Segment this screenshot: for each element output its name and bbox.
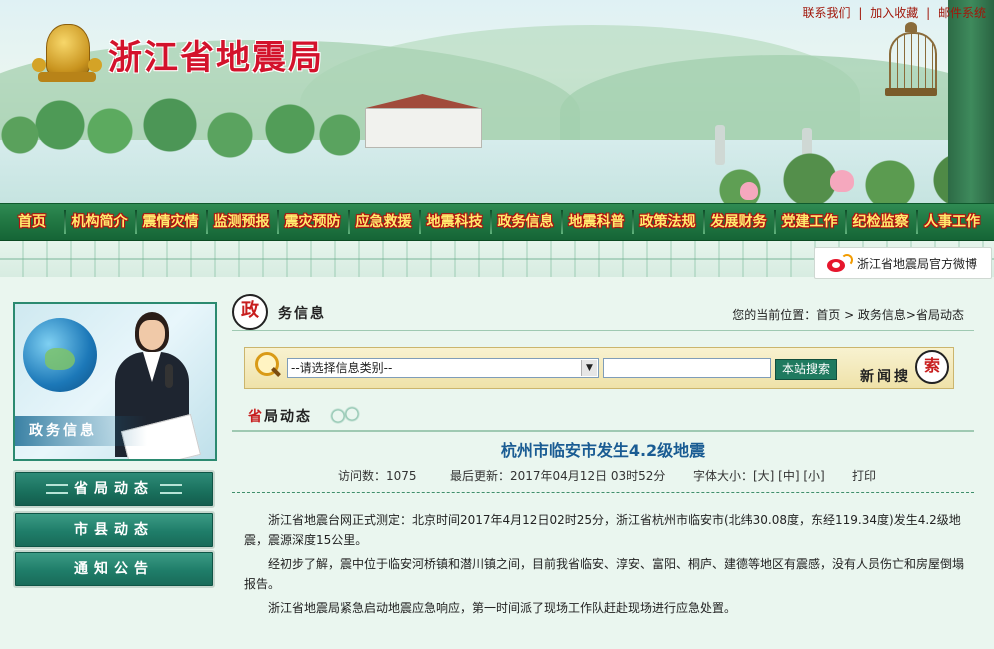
- print-link[interactable]: 打印: [852, 467, 876, 484]
- divider: |: [858, 6, 863, 20]
- search-bar: --请选择信息类别-- ▼ 本站搜索 新闻搜 索: [244, 347, 954, 389]
- pillar-decoration: [948, 0, 994, 203]
- article-body: 浙江省地震台网正式测定：北京时间2017年4月12日02时25分，浙江省杭州市临…: [244, 510, 968, 622]
- site-search-button[interactable]: 本站搜索: [775, 359, 837, 380]
- subsection-title: 省局动态: [248, 409, 312, 425]
- sidebar-banner-label: 政务信息: [15, 416, 147, 446]
- divider: |: [926, 6, 931, 20]
- visit-count: 访问数：1075: [338, 469, 417, 483]
- add-favorite-link[interactable]: 加入收藏: [870, 6, 918, 20]
- nav-item-government-info[interactable]: 政务信息: [490, 204, 561, 240]
- sidebar-item-notices[interactable]: 通知公告: [13, 550, 215, 588]
- weibo-link[interactable]: 浙江省地震局官方微博: [814, 247, 992, 279]
- sidebar-item-provincial-news[interactable]: 省局动态: [13, 470, 215, 508]
- category-select[interactable]: --请选择信息类别-- ▼: [287, 358, 599, 378]
- nav-item-discipline[interactable]: 纪检监察: [845, 204, 916, 240]
- nav-item-finance[interactable]: 发展财务: [703, 204, 774, 240]
- article-paragraph: 浙江省地震局紧急启动地震应急响应，第一时间派了现场工作队赶赴现场进行应急处置。: [268, 601, 737, 615]
- chevron-down-icon: ▼: [581, 360, 597, 376]
- section-title: 务信息: [278, 306, 326, 322]
- sidebar-item-label: 省局动态: [74, 481, 154, 497]
- nav-item-policy[interactable]: 政策法规: [632, 204, 703, 240]
- breadcrumb: 您的当前位置：首页 > 政务信息>省局动态: [732, 308, 964, 322]
- font-size-controls[interactable]: 字体大小：[大] [中] [小]: [693, 467, 825, 484]
- site-title: 浙江省地震局: [108, 38, 324, 78]
- article-paragraph: 经初步了解，震中位于临安河桥镇和潜川镇之间，目前我省临安、淳安、富阳、桐庐、建德…: [244, 557, 965, 591]
- zheng-seal-icon: 政: [232, 294, 268, 330]
- nav-item-technology[interactable]: 地震科技: [419, 204, 490, 240]
- sidebar-item-label: 通知公告: [74, 561, 154, 577]
- weibo-label: 浙江省地震局官方微博: [857, 256, 978, 271]
- contact-us-link[interactable]: 联系我们: [803, 6, 851, 20]
- nav-item-about[interactable]: 机构简介: [64, 204, 135, 240]
- birdcage-icon: [885, 22, 937, 96]
- news-search-label: 新闻搜: [860, 369, 911, 385]
- pavilion-decoration: [355, 94, 490, 148]
- sidebar-item-city-news[interactable]: 市县动态: [13, 511, 215, 549]
- microphone-icon: [165, 364, 173, 388]
- top-links: 联系我们 | 加入收藏 | 邮件系统: [803, 4, 986, 21]
- chinese-knot-icon: [160, 484, 182, 494]
- divider: [232, 492, 974, 493]
- last-updated: 最后更新：2017年04月12日 03时52分: [450, 469, 666, 483]
- magnifier-icon: [255, 352, 281, 378]
- main-nav: 首页 机构简介 震情灾情 监测预报 震灾预防 应急救援 地震科技 政务信息 地震…: [0, 203, 994, 242]
- cloud-pattern-icon: [328, 404, 364, 424]
- nav-item-rescue[interactable]: 应急救援: [348, 204, 419, 240]
- nav-item-prevention[interactable]: 震灾预防: [277, 204, 348, 240]
- nav-item-science[interactable]: 地震科普: [561, 204, 632, 240]
- lotus-flower-icon: [830, 170, 854, 192]
- globe-icon: [23, 318, 97, 392]
- section-header: 政 务信息 您的当前位置：首页 > 政务信息>省局动态: [232, 294, 974, 331]
- nav-item-party[interactable]: 党建工作: [774, 204, 845, 240]
- article-title: 杭州市临安市发生4.2级地震: [500, 441, 706, 460]
- suo-seal-icon: 索: [915, 350, 949, 384]
- article-paragraph: 浙江省地震台网正式测定：北京时间2017年4月12日02时25分，浙江省杭州市临…: [244, 513, 961, 547]
- site-banner: 浙江省地震局 联系我们 | 加入收藏 | 邮件系统: [0, 0, 994, 203]
- mail-system-link[interactable]: 邮件系统: [938, 6, 986, 20]
- nav-item-monitoring[interactable]: 监测预报: [206, 204, 277, 240]
- category-select-value: --请选择信息类别--: [291, 361, 393, 375]
- nav-item-home[interactable]: 首页: [0, 204, 64, 240]
- search-input[interactable]: [603, 358, 771, 378]
- weibo-icon: [825, 253, 853, 273]
- nav-item-personnel[interactable]: 人事工作: [916, 204, 988, 240]
- seismoscope-logo-icon: [32, 18, 102, 88]
- subsection-header: 省局动态: [232, 400, 974, 432]
- sidebar-item-label: 市县动态: [74, 522, 154, 538]
- nav-item-quake-disaster[interactable]: 震情灾情: [135, 204, 206, 240]
- lotus-flower-icon: [740, 182, 758, 200]
- chinese-knot-icon: [46, 484, 68, 494]
- trees-decoration: [0, 95, 360, 165]
- sidebar-banner: 政务信息: [13, 302, 217, 461]
